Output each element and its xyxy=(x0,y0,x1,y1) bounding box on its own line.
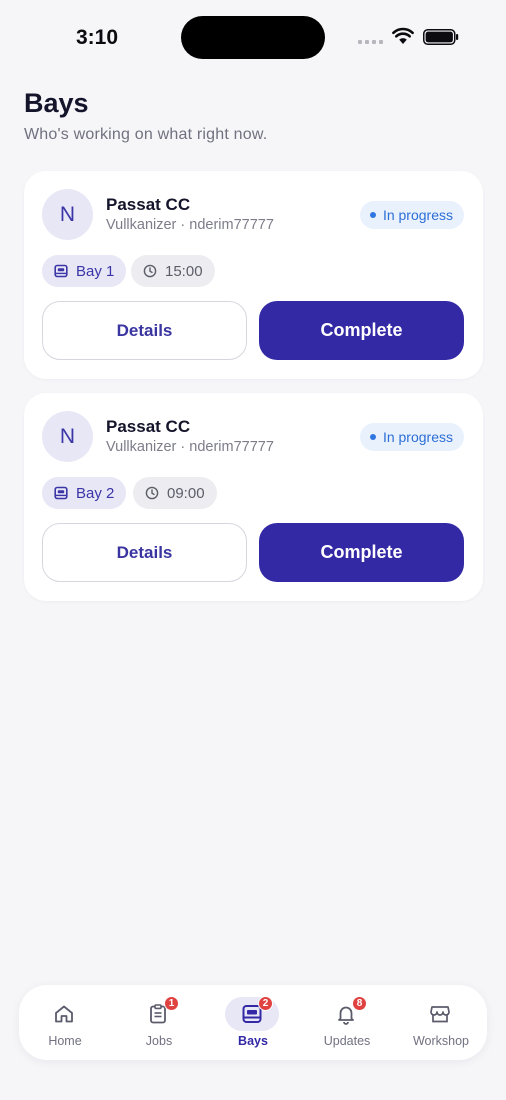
bay-chip: Bay 1 xyxy=(42,255,127,287)
tab-jobs[interactable]: 1 Jobs xyxy=(113,985,207,1060)
bay-card: N Passat CC Vullkanizer · nderim77777 In… xyxy=(24,171,483,379)
status-bar: 3:10 xyxy=(0,0,506,76)
tab-workshop[interactable]: Workshop xyxy=(395,985,489,1060)
tab-badge: 8 xyxy=(352,996,367,1011)
tab-label: Bays xyxy=(238,1034,268,1048)
bay-label: Bay 1 xyxy=(76,262,115,280)
avatar: N xyxy=(42,189,93,240)
time-label: 09:00 xyxy=(167,484,205,502)
page-subtitle: Who's working on what right now. xyxy=(24,126,268,143)
status-time: 3:10 xyxy=(76,26,119,49)
complete-button[interactable]: Complete xyxy=(259,523,464,582)
tab-label: Jobs xyxy=(145,1034,173,1048)
bay-chip: Bay 2 xyxy=(42,477,127,509)
tab-label: Updates xyxy=(323,1034,371,1048)
details-button[interactable]: Details xyxy=(42,523,247,582)
complete-button[interactable]: Complete xyxy=(259,301,464,360)
avatar: N xyxy=(42,411,93,462)
tab-label: Home xyxy=(48,1034,82,1048)
bay-label: Bay 2 xyxy=(76,484,115,502)
wifi-icon xyxy=(392,27,414,44)
tab-bar: Home 1 Jobs 2 Bays 8 Updates Workshop xyxy=(19,985,487,1060)
page-title: Bays xyxy=(24,88,89,118)
clock-icon xyxy=(145,486,159,500)
job-meta: Vullkanizer · nderim77777 xyxy=(106,217,274,233)
status-label: In progress xyxy=(382,207,453,223)
tab-updates[interactable]: 8 Updates xyxy=(301,985,395,1060)
tab-bays[interactable]: 2 Bays xyxy=(207,985,301,1060)
status-dot-icon xyxy=(369,434,376,440)
time-chip: 15:00 xyxy=(131,255,215,287)
bay-icon xyxy=(54,264,68,278)
tab-home[interactable]: Home xyxy=(19,985,113,1060)
store-icon xyxy=(430,1006,450,1023)
dynamic-island xyxy=(181,16,325,59)
bay-icon xyxy=(54,486,68,500)
signal-icon xyxy=(358,40,383,44)
status-badge: In progress xyxy=(359,423,464,451)
status-badge: In progress xyxy=(359,201,464,229)
job-title: Passat CC xyxy=(106,417,191,436)
tab-badge: 1 xyxy=(164,996,179,1011)
battery-icon xyxy=(423,29,459,45)
home-icon xyxy=(55,1005,73,1023)
tab-badge: 2 xyxy=(258,996,273,1011)
time-chip: 09:00 xyxy=(133,477,217,509)
bay-card: N Passat CC Vullkanizer · nderim77777 In… xyxy=(24,393,483,601)
time-label: 15:00 xyxy=(165,262,203,280)
status-dot-icon xyxy=(369,212,376,218)
job-title: Passat CC xyxy=(106,195,191,214)
status-label: In progress xyxy=(382,429,453,445)
clock-icon xyxy=(143,264,157,278)
details-button[interactable]: Details xyxy=(42,301,247,360)
tab-label: Workshop xyxy=(412,1034,470,1048)
job-meta: Vullkanizer · nderim77777 xyxy=(106,439,274,455)
